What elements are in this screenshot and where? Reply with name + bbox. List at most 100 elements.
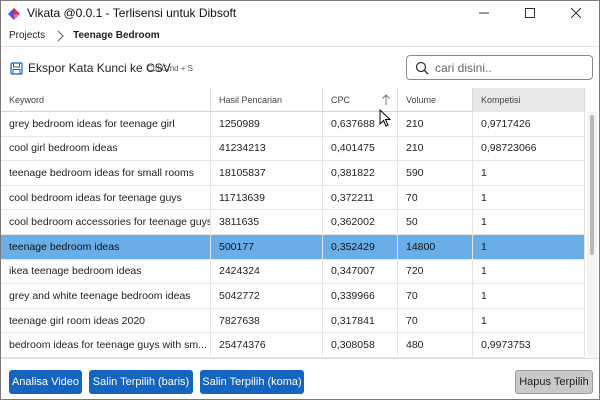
search-results-cell: 41234213 bbox=[211, 136, 323, 161]
volume-cell: 210 bbox=[398, 136, 473, 161]
keyword-cell: ikea teenage bedroom ideas bbox=[1, 259, 211, 284]
volume-cell: 14800 bbox=[398, 234, 473, 259]
competition-cell: 1 bbox=[473, 185, 585, 210]
competition-cell: 1 bbox=[473, 234, 585, 259]
table-row[interactable]: teenage bedroom ideas 500177 0,352429 14800… bbox=[1, 234, 585, 260]
diamond-logo-icon bbox=[8, 7, 20, 20]
search-results-cell: 3811635 bbox=[211, 210, 323, 234]
volume-cell: 70 bbox=[398, 284, 473, 308]
breadcrumb-current: Teenage Bedroom bbox=[73, 30, 160, 41]
column-header-hasil-pencarian[interactable]: Hasil Pencarian bbox=[211, 88, 323, 112]
cpc-cell: 0,381822 bbox=[323, 161, 398, 185]
competition-cell: 0,98723066 bbox=[473, 136, 585, 161]
keyword-cell: teenage girl room ideas 2020 bbox=[1, 308, 211, 333]
search-box[interactable] bbox=[406, 55, 593, 80]
maximize-button[interactable] bbox=[507, 1, 553, 25]
cpc-cell: 0,317841 bbox=[323, 308, 398, 333]
table-row[interactable]: cool bedroom ideas for teenage guys 11713… bbox=[1, 185, 585, 211]
export-shortcut-hint: Ctrl/Cmd + S bbox=[147, 64, 194, 73]
sort-ascending-icon bbox=[382, 94, 390, 105]
minimize-button[interactable] bbox=[461, 1, 507, 25]
volume-cell: 590 bbox=[398, 161, 473, 185]
table-row[interactable]: bedroom ideas for teenage guys with sm..… bbox=[1, 333, 585, 358]
table-header: Keyword Hasil Pencarian CPC Volume Kompe… bbox=[1, 88, 585, 112]
cpc-cell: 0,339966 bbox=[323, 284, 398, 308]
table-row[interactable]: ikea teenage bedroom ideas 2424324 0,34700… bbox=[1, 259, 585, 285]
search-icon bbox=[415, 61, 429, 74]
cpc-cell: 0,308058 bbox=[323, 333, 398, 357]
competition-cell: 1 bbox=[473, 161, 585, 185]
search-results-cell: 500177 bbox=[211, 234, 323, 259]
keyword-cell: bedroom ideas for teenage guys with sm..… bbox=[1, 333, 211, 357]
column-header-volume[interactable]: Volume bbox=[398, 88, 473, 112]
breadcrumb: Projects Teenage Bedroom bbox=[1, 25, 599, 47]
table-row[interactable]: cool bedroom accessories for teenage guy… bbox=[1, 210, 585, 235]
cpc-cell: 0,372211 bbox=[323, 185, 398, 210]
table-row[interactable]: grey and white teenage bedroom ideas 5042… bbox=[1, 284, 585, 309]
keyword-cell: teenage bedroom ideas for small rooms bbox=[1, 161, 211, 185]
column-header-label: Keyword bbox=[9, 95, 45, 105]
keyword-cell: cool girl bedroom ideas bbox=[1, 136, 211, 161]
volume-cell: 720 bbox=[398, 259, 473, 284]
keyword-cell: grey and white teenage bedroom ideas bbox=[1, 284, 211, 308]
close-button[interactable] bbox=[553, 1, 599, 25]
column-header-label: Hasil Pencarian bbox=[219, 95, 283, 105]
export-csv-icon bbox=[10, 61, 23, 75]
copy-selected-comma-button[interactable]: Salin Terpilih (koma) bbox=[200, 370, 304, 394]
cpc-cell: 0,347007 bbox=[323, 259, 398, 284]
minimize-icon bbox=[479, 12, 489, 14]
search-results-cell: 5042772 bbox=[211, 284, 323, 308]
search-results-cell: 25474376 bbox=[211, 333, 323, 357]
copy-selected-rows-button[interactable]: Salin Terpilih (baris) bbox=[89, 370, 193, 394]
breadcrumb-projects[interactable]: Projects bbox=[9, 30, 45, 41]
search-input[interactable] bbox=[435, 60, 585, 75]
search-results-cell: 1250989 bbox=[211, 112, 323, 136]
maximize-icon bbox=[525, 8, 535, 18]
search-results-cell: 7827638 bbox=[211, 308, 323, 333]
column-header-label: Kompetisi bbox=[481, 95, 521, 105]
toolbar: Ekspor Kata Kunci ke CSV Ctrl/Cmd + S bbox=[1, 48, 599, 88]
competition-cell: 1 bbox=[473, 259, 585, 284]
keyword-cell: cool bedroom accessories for teenage guy… bbox=[1, 210, 211, 234]
table-row[interactable]: cool girl bedroom ideas 41234213 0,401475 2… bbox=[1, 136, 585, 162]
table-row[interactable]: teenage girl room ideas 2020 7827638 0,317… bbox=[1, 308, 585, 334]
cpc-cell: 0,401475 bbox=[323, 136, 398, 161]
volume-cell: 210 bbox=[398, 112, 473, 136]
volume-cell: 70 bbox=[398, 308, 473, 333]
window-title: Vikata @0.0.1 - Terlisensi untuk Dibsoft bbox=[27, 6, 237, 20]
competition-cell: 0,9973753 bbox=[473, 333, 585, 357]
table-row[interactable]: teenage bedroom ideas for small rooms 181… bbox=[1, 161, 585, 186]
chevron-right-icon bbox=[57, 30, 64, 41]
keyword-cell: grey bedroom ideas for teenage girl bbox=[1, 112, 211, 136]
column-header-label: CPC bbox=[331, 95, 351, 105]
table-body: grey bedroom ideas for teenage girl 12509… bbox=[1, 112, 585, 358]
volume-cell: 480 bbox=[398, 333, 473, 357]
competition-cell: 0,9717426 bbox=[473, 112, 585, 136]
window-controls bbox=[461, 1, 599, 25]
search-results-cell: 2424324 bbox=[211, 259, 323, 284]
competition-cell: 1 bbox=[473, 308, 585, 333]
keyword-cell: cool bedroom ideas for teenage guys bbox=[1, 185, 211, 210]
search-results-cell: 18105837 bbox=[211, 161, 323, 185]
analyze-video-button[interactable]: Analisa Video bbox=[9, 370, 82, 394]
action-bar: Analisa Video Salin Terpilih (baris) Sal… bbox=[1, 358, 599, 400]
competition-cell: 1 bbox=[473, 284, 585, 308]
keyword-cell: teenage bedroom ideas bbox=[1, 234, 211, 259]
delete-selected-button[interactable]: Hapus Terpilih bbox=[515, 370, 593, 394]
scrollbar-thumb[interactable] bbox=[590, 115, 594, 255]
volume-cell: 70 bbox=[398, 185, 473, 210]
vertical-scrollbar[interactable] bbox=[587, 112, 597, 358]
table-row[interactable]: grey bedroom ideas for teenage girl 12509… bbox=[1, 112, 585, 137]
volume-cell: 50 bbox=[398, 210, 473, 234]
mouse-cursor-icon bbox=[379, 109, 391, 127]
column-header-kompetisi[interactable]: Kompetisi bbox=[473, 88, 585, 112]
column-header-label: Volume bbox=[406, 95, 437, 105]
search-results-cell: 11713639 bbox=[211, 185, 323, 210]
title-bar: Vikata @0.0.1 - Terlisensi untuk Dibsoft bbox=[1, 1, 599, 25]
cpc-cell: 0,362002 bbox=[323, 210, 398, 234]
competition-cell: 1 bbox=[473, 210, 585, 234]
column-header-keyword[interactable]: Keyword bbox=[1, 88, 211, 112]
cpc-cell: 0,352429 bbox=[323, 234, 398, 259]
close-icon bbox=[571, 8, 581, 18]
keyword-table: Keyword Hasil Pencarian CPC Volume Kompe… bbox=[1, 88, 599, 358]
